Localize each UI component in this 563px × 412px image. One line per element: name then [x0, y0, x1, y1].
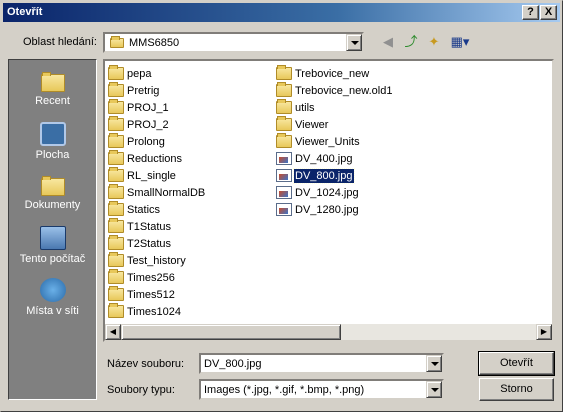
folder-icon	[276, 116, 292, 131]
file-name: Pretrig	[127, 85, 160, 97]
file-name: utils	[295, 102, 315, 114]
image-file-icon	[276, 169, 292, 182]
folder-icon	[276, 65, 292, 80]
folder-icon	[276, 133, 292, 148]
filetype-value: Images (*.jpg, *.gif, *.bmp, *.png)	[204, 384, 365, 396]
window-title: Otevřít	[7, 6, 43, 18]
folder-icon	[108, 99, 124, 114]
image-file-icon	[276, 152, 292, 165]
scroll-left-icon[interactable]: ◀	[105, 324, 121, 340]
up-folder-icon[interactable]: ⤴	[401, 33, 421, 51]
file-name: PROJ_2	[127, 119, 169, 131]
file-list[interactable]: pepa Pretrig PROJ_1 PROJ_2 Prolong Reductions…	[103, 59, 554, 342]
folder-icon	[108, 252, 124, 267]
folder-icon	[108, 167, 124, 182]
chevron-down-icon[interactable]	[426, 381, 442, 398]
file-name: SmallNormalDB	[127, 187, 206, 199]
filename-value: DV_800.jpg	[204, 358, 262, 370]
place-label: Místa v síti	[26, 305, 79, 317]
folder-icon	[108, 65, 124, 80]
scroll-right-icon[interactable]: ▶	[536, 324, 552, 340]
file-name: T1Status	[127, 221, 172, 233]
place-desktop[interactable]: Plocha	[9, 116, 96, 166]
desktop-icon	[39, 122, 66, 146]
folder-icon	[276, 82, 292, 97]
file-name: Statics	[127, 204, 161, 216]
file-name: Viewer	[295, 119, 329, 131]
file-name: Viewer_Units	[295, 136, 360, 148]
file-name: pepa	[127, 68, 152, 80]
file-name: Reductions	[127, 153, 183, 165]
folder-icon	[108, 286, 124, 301]
folder-icon	[108, 150, 124, 165]
image-file-icon	[276, 186, 292, 199]
place-computer[interactable]: Tento počítač	[9, 220, 96, 270]
new-folder-icon[interactable]: ✦	[424, 33, 444, 51]
filename-input[interactable]: DV_800.jpg	[199, 353, 444, 374]
documents-icon	[40, 176, 65, 196]
place-label: Plocha	[35, 149, 70, 161]
folder-icon	[108, 184, 124, 199]
file-name: Times256	[127, 272, 175, 284]
file-name: PROJ_1	[127, 102, 169, 114]
look-in-label: Oblast hledání:	[23, 36, 97, 48]
computer-icon	[39, 226, 66, 250]
chevron-down-icon[interactable]	[346, 34, 362, 51]
chevron-down-icon[interactable]	[426, 355, 442, 372]
file-name: DV_800.jpg	[293, 168, 355, 184]
filename-label: Název souboru:	[107, 358, 185, 370]
folder-icon	[108, 116, 124, 131]
file-name: RL_single	[127, 170, 176, 182]
folder-icon	[108, 269, 124, 284]
open-button[interactable]: Otevřít	[478, 351, 555, 376]
place-label: Recent	[35, 95, 70, 107]
filetype-label: Soubory typu:	[107, 384, 175, 396]
folder-icon	[110, 36, 124, 48]
scroll-thumb[interactable]	[121, 324, 341, 340]
filetype-select[interactable]: Images (*.jpg, *.gif, *.bmp, *.png)	[199, 379, 444, 400]
place-network[interactable]: Místa v síti	[9, 272, 96, 322]
file-name: Trebovice_new	[295, 68, 370, 80]
file-name: T2Status	[127, 238, 172, 250]
file-name: Trebovice_new.old1	[295, 85, 393, 97]
help-button[interactable]: ?	[522, 5, 539, 20]
image-file-icon	[276, 203, 292, 216]
folder-icon	[108, 235, 124, 250]
place-documents[interactable]: Dokumenty	[9, 168, 96, 218]
file-name: Test_history	[127, 255, 186, 267]
folder-icon	[108, 218, 124, 233]
look-in-value: MMS6850	[129, 37, 180, 49]
back-arrow-icon[interactable]: ◀	[378, 33, 398, 51]
place-label: Dokumenty	[24, 199, 81, 211]
places-bar: Recent Plocha Dokumenty Tento počítač Mí…	[8, 59, 97, 400]
file-name: Times512	[127, 289, 175, 301]
folder-icon	[108, 201, 124, 216]
folder-icon	[108, 303, 124, 318]
file-name: DV_1280.jpg	[295, 204, 359, 216]
recent-folder-icon	[40, 72, 65, 92]
file-name: DV_400.jpg	[295, 153, 353, 165]
open-file-dialog: Otevřít ? X Oblast hledání: MMS6850 ◀ ⤴ …	[0, 0, 563, 412]
place-label: Tento počítač	[19, 253, 86, 265]
horizontal-scrollbar[interactable]: ◀ ▶	[105, 324, 552, 340]
look-in-combo[interactable]: MMS6850	[103, 32, 364, 53]
title-bar: Otevřít ? X	[3, 3, 560, 22]
cancel-button[interactable]: Storno	[479, 378, 554, 401]
folder-icon	[276, 99, 292, 114]
folder-icon	[108, 82, 124, 97]
network-icon	[39, 278, 66, 302]
file-name: DV_1024.jpg	[295, 187, 359, 199]
file-name: Times1024	[127, 306, 182, 318]
file-name: Prolong	[127, 136, 165, 148]
folder-icon	[108, 133, 124, 148]
views-menu-icon[interactable]: ▦▾	[447, 33, 473, 51]
close-button[interactable]: X	[540, 5, 557, 20]
place-recent[interactable]: Recent	[9, 64, 96, 114]
